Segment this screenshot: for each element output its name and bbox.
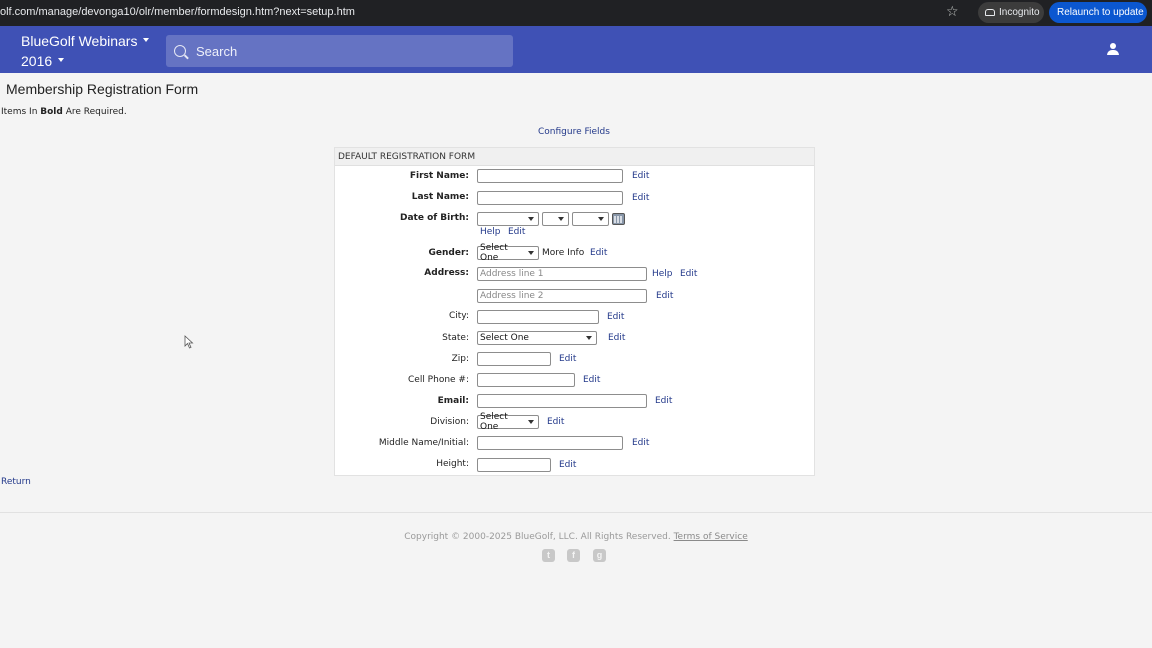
division-select[interactable]: Select One [477, 412, 539, 432]
edit-address-link[interactable]: Edit [680, 269, 697, 279]
dob-day-select[interactable] [542, 212, 569, 226]
google-plus-icon[interactable]: g [593, 549, 606, 562]
copyright: Copyright © 2000-2025 BlueGolf, LLC. All… [404, 532, 748, 542]
email-input[interactable] [477, 394, 647, 408]
return-link[interactable]: Return [1, 477, 31, 487]
brand-line1: BlueGolf Webinars [21, 33, 138, 49]
chevron-down-icon [143, 38, 150, 43]
zip-input[interactable] [477, 352, 551, 366]
configure-fields-link[interactable]: Configure Fields [538, 127, 610, 137]
edit-email-link[interactable]: Edit [655, 396, 672, 406]
search-input[interactable] [194, 42, 494, 60]
incognito-label: Incognito [999, 7, 1040, 18]
city-input[interactable] [477, 310, 599, 324]
dob-label: Date of Birth: [399, 213, 469, 223]
dob-year-select[interactable] [572, 212, 609, 226]
edit-middle-name-link[interactable]: Edit [632, 438, 649, 448]
bookmark-star-icon[interactable]: ☆ [946, 3, 959, 20]
dob-month-select[interactable] [477, 212, 539, 226]
state-label: State: [442, 333, 469, 343]
gender-label: Gender: [428, 248, 469, 258]
relaunch-label: Relaunch to update [1057, 7, 1144, 18]
division-label: Division: [430, 417, 469, 427]
incognito-icon [985, 9, 995, 16]
browser-toolbar: olf.com/manage/devonga10/olr/member/form… [0, 0, 1152, 26]
chevron-down-icon [58, 58, 65, 63]
edit-city-link[interactable]: Edit [607, 312, 624, 322]
last-name-input[interactable] [477, 191, 623, 205]
search-icon [174, 45, 186, 57]
incognito-badge[interactable]: Incognito [978, 2, 1044, 23]
first-name-input[interactable] [477, 169, 623, 183]
email-label: Email: [437, 396, 469, 406]
footer-divider [0, 512, 1152, 513]
app-header: BlueGolf Webinars 2016 [0, 26, 1152, 73]
edit-last-name-link[interactable]: Edit [632, 193, 649, 203]
gender-more-info[interactable]: More Info [542, 248, 584, 258]
cell-phone-input[interactable] [477, 373, 575, 387]
edit-zip-link[interactable]: Edit [559, 354, 576, 364]
middle-name-input[interactable] [477, 436, 623, 450]
address-help-link[interactable]: Help [652, 269, 673, 279]
terms-of-service-link[interactable]: Terms of Service [674, 532, 748, 542]
address-line1-input[interactable] [477, 267, 647, 281]
edit-address2-link[interactable]: Edit [656, 291, 673, 301]
zip-label: Zip: [451, 354, 469, 364]
last-name-label: Last Name: [411, 192, 469, 202]
page-title: Membership Registration Form [6, 81, 199, 97]
form-header: DEFAULT REGISTRATION FORM [335, 148, 814, 166]
dob-help-link[interactable]: Help [480, 227, 501, 237]
brand-line2: 2016 [21, 53, 53, 69]
state-select[interactable]: Select One [477, 331, 597, 345]
registration-form: DEFAULT REGISTRATION FORM First Name: Ed… [334, 147, 815, 476]
address-bar[interactable]: olf.com/manage/devonga10/olr/member/form… [0, 6, 355, 18]
relaunch-button[interactable]: Relaunch to update ⋮ [1049, 2, 1152, 23]
facebook-icon[interactable]: f [567, 549, 580, 562]
edit-state-link[interactable]: Edit [608, 333, 625, 343]
twitter-icon[interactable]: t [542, 549, 555, 562]
edit-dob-link[interactable]: Edit [508, 227, 525, 237]
height-input[interactable] [477, 458, 551, 472]
middle-name-label: Middle Name/Initial: [378, 438, 469, 448]
search-box[interactable] [166, 35, 513, 67]
edit-first-name-link[interactable]: Edit [632, 171, 649, 181]
edit-division-link[interactable]: Edit [547, 417, 564, 427]
gender-select[interactable]: Select One [477, 243, 539, 263]
city-label: City: [448, 311, 469, 321]
edit-cell-phone-link[interactable]: Edit [583, 375, 600, 385]
cell-phone-label: Cell Phone #: [408, 375, 469, 385]
edit-gender-link[interactable]: Edit [590, 248, 607, 258]
address-line2-input[interactable] [477, 289, 647, 303]
height-label: Height: [436, 459, 469, 469]
required-note: Items In Bold Are Required. [1, 107, 127, 117]
edit-height-link[interactable]: Edit [559, 460, 576, 470]
user-account-icon[interactable] [1107, 43, 1119, 55]
calendar-icon[interactable] [612, 213, 625, 225]
event-selector[interactable]: BlueGolf Webinars 2016 [21, 31, 150, 71]
first-name-label: First Name: [409, 171, 469, 181]
address-label: Address: [424, 268, 469, 278]
